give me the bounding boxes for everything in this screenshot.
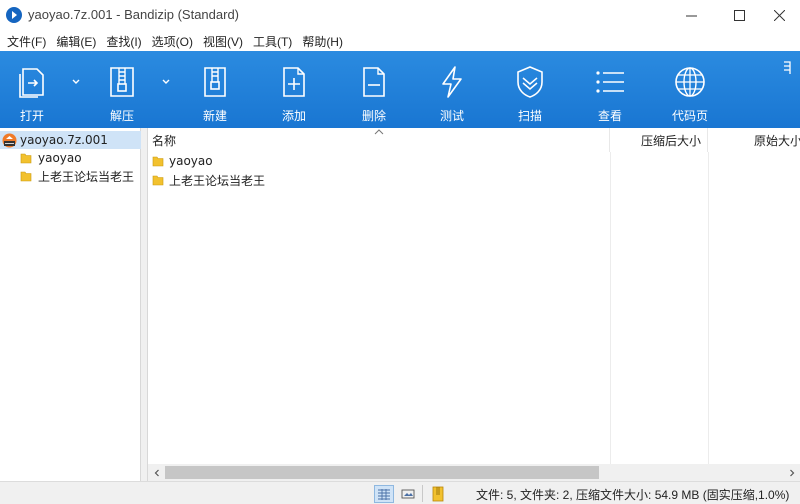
extract-label: 解压 (109, 109, 134, 123)
folder-icon (152, 175, 164, 186)
column-name-label: 名称 (152, 133, 177, 148)
column-header-name[interactable]: 名称 (148, 128, 610, 152)
preview-view-icon (401, 489, 415, 499)
status-bar: 文件: 5, 文件夹: 2, 压缩文件大小: 54.9 MB (固实压缩,1.0… (0, 481, 800, 504)
menu-options[interactable]: 选项(O) (147, 33, 198, 50)
codepage-button[interactable]: 代码页 (668, 51, 712, 128)
tree-item-label: 上老王论坛当老王 (38, 169, 135, 184)
menu-bar: 文件(F) 编辑(E) 查找(I) 选项(O) 视图(V) 工具(T) 帮助(H… (0, 31, 800, 51)
tree-root-label: yaoyao.7z.001 (20, 133, 108, 147)
scan-button[interactable]: 扫描 (510, 51, 550, 128)
new-label: 新建 (202, 109, 227, 123)
list-item-name: 上老王论坛当老王 (169, 173, 266, 188)
title-bar: yaoyao.7z.001 - Bandizip (Standard) (0, 0, 800, 31)
file-list: 名称 压缩后大小 原始大小 yaoyao 上老王论坛当老王 (148, 128, 800, 464)
sort-ascending-icon (374, 129, 384, 135)
details-view-button[interactable] (374, 485, 394, 503)
scroll-left-button[interactable] (148, 464, 165, 481)
status-text: 文件: 5, 文件夹: 2, 压缩文件大小: 54.9 MB (固实压缩,1.0… (476, 488, 790, 502)
extract-button[interactable]: 解压 (102, 51, 142, 128)
panel-splitter[interactable] (141, 128, 148, 481)
close-icon (773, 10, 785, 21)
minimize-icon (685, 15, 697, 17)
preview-view-button[interactable] (398, 485, 418, 503)
delete-file-icon (363, 67, 385, 97)
add-label: 添加 (281, 109, 306, 123)
scroll-thumb[interactable] (165, 466, 599, 479)
menu-tools[interactable]: 工具(T) (248, 33, 297, 50)
open-label: 打开 (19, 109, 44, 123)
shield-icon (517, 66, 543, 98)
open-icon (19, 68, 44, 98)
status-separator (422, 485, 423, 502)
new-archive-icon (204, 67, 226, 97)
lightning-icon (442, 66, 462, 98)
menu-help[interactable]: 帮助(H) (297, 33, 348, 50)
archive-info-icon (432, 486, 444, 502)
tree-item-laowang[interactable]: 上老王论坛当老王 (20, 167, 134, 185)
open-dropdown-icon[interactable] (70, 75, 82, 87)
minimize-button[interactable] (668, 0, 714, 31)
delete-button[interactable]: 删除 (354, 51, 394, 128)
new-button[interactable]: 新建 (195, 51, 235, 128)
globe-icon (675, 67, 705, 97)
chevron-right-icon (789, 469, 794, 476)
maximize-icon (733, 10, 745, 21)
column-compressed-label: 压缩后大小 (640, 133, 701, 148)
column-header-compressed[interactable]: 压缩后大小 (610, 128, 708, 152)
extract-icon (110, 67, 134, 97)
folder-icon (152, 156, 164, 167)
delete-label: 删除 (361, 109, 386, 123)
codepage-label: 代码页 (671, 109, 708, 123)
toolbar: 打开 解压 新建 添加 删除 测试 扫描 查看 代码页 (0, 51, 800, 128)
test-button[interactable]: 测试 (432, 51, 472, 128)
folder-icon (20, 171, 32, 182)
list-view-icon (596, 71, 624, 93)
scroll-right-button[interactable] (783, 464, 800, 481)
list-item[interactable]: yaoyao (152, 151, 213, 171)
view-label: 查看 (597, 109, 622, 123)
column-divider (708, 152, 709, 464)
toolbar-more-icon[interactable] (780, 59, 796, 79)
view-button[interactable]: 查看 (590, 51, 630, 128)
archive-file-icon (2, 133, 17, 147)
menu-file[interactable]: 文件(F) (2, 33, 51, 50)
open-button[interactable]: 打开 (12, 51, 52, 128)
test-label: 测试 (439, 109, 464, 123)
horizontal-scrollbar[interactable] (148, 464, 800, 481)
bandizip-app-icon[interactable] (6, 7, 22, 23)
chevron-left-icon (154, 469, 159, 476)
column-original-label: 原始大小 (754, 133, 800, 148)
list-item[interactable]: 上老王论坛当老王 (152, 170, 265, 190)
add-button[interactable]: 添加 (274, 51, 314, 128)
scan-label: 扫描 (517, 109, 542, 123)
window-title: yaoyao.7z.001 - Bandizip (Standard) (28, 7, 240, 22)
add-file-icon (283, 67, 305, 97)
list-header: 名称 压缩后大小 原始大小 (148, 128, 800, 152)
folder-tree: yaoyao.7z.001 yaoyao 上老王论坛当老王 (0, 128, 141, 481)
folder-icon (20, 153, 32, 164)
archive-info-button[interactable] (428, 485, 448, 503)
list-item-name: yaoyao (169, 154, 213, 168)
menu-edit[interactable]: 编辑(E) (51, 33, 101, 50)
menu-view[interactable]: 视图(V) (198, 33, 248, 50)
close-button[interactable] (756, 0, 800, 31)
tree-item-label: yaoyao (38, 151, 82, 165)
tree-item-yaoyao[interactable]: yaoyao (20, 149, 82, 167)
column-header-original[interactable]: 原始大小 (708, 128, 800, 152)
details-view-icon (378, 489, 390, 500)
tree-root-archive[interactable]: yaoyao.7z.001 (0, 131, 141, 149)
column-divider (610, 152, 611, 464)
menu-find[interactable]: 查找(I) (101, 33, 146, 50)
extract-dropdown-icon[interactable] (160, 75, 172, 87)
